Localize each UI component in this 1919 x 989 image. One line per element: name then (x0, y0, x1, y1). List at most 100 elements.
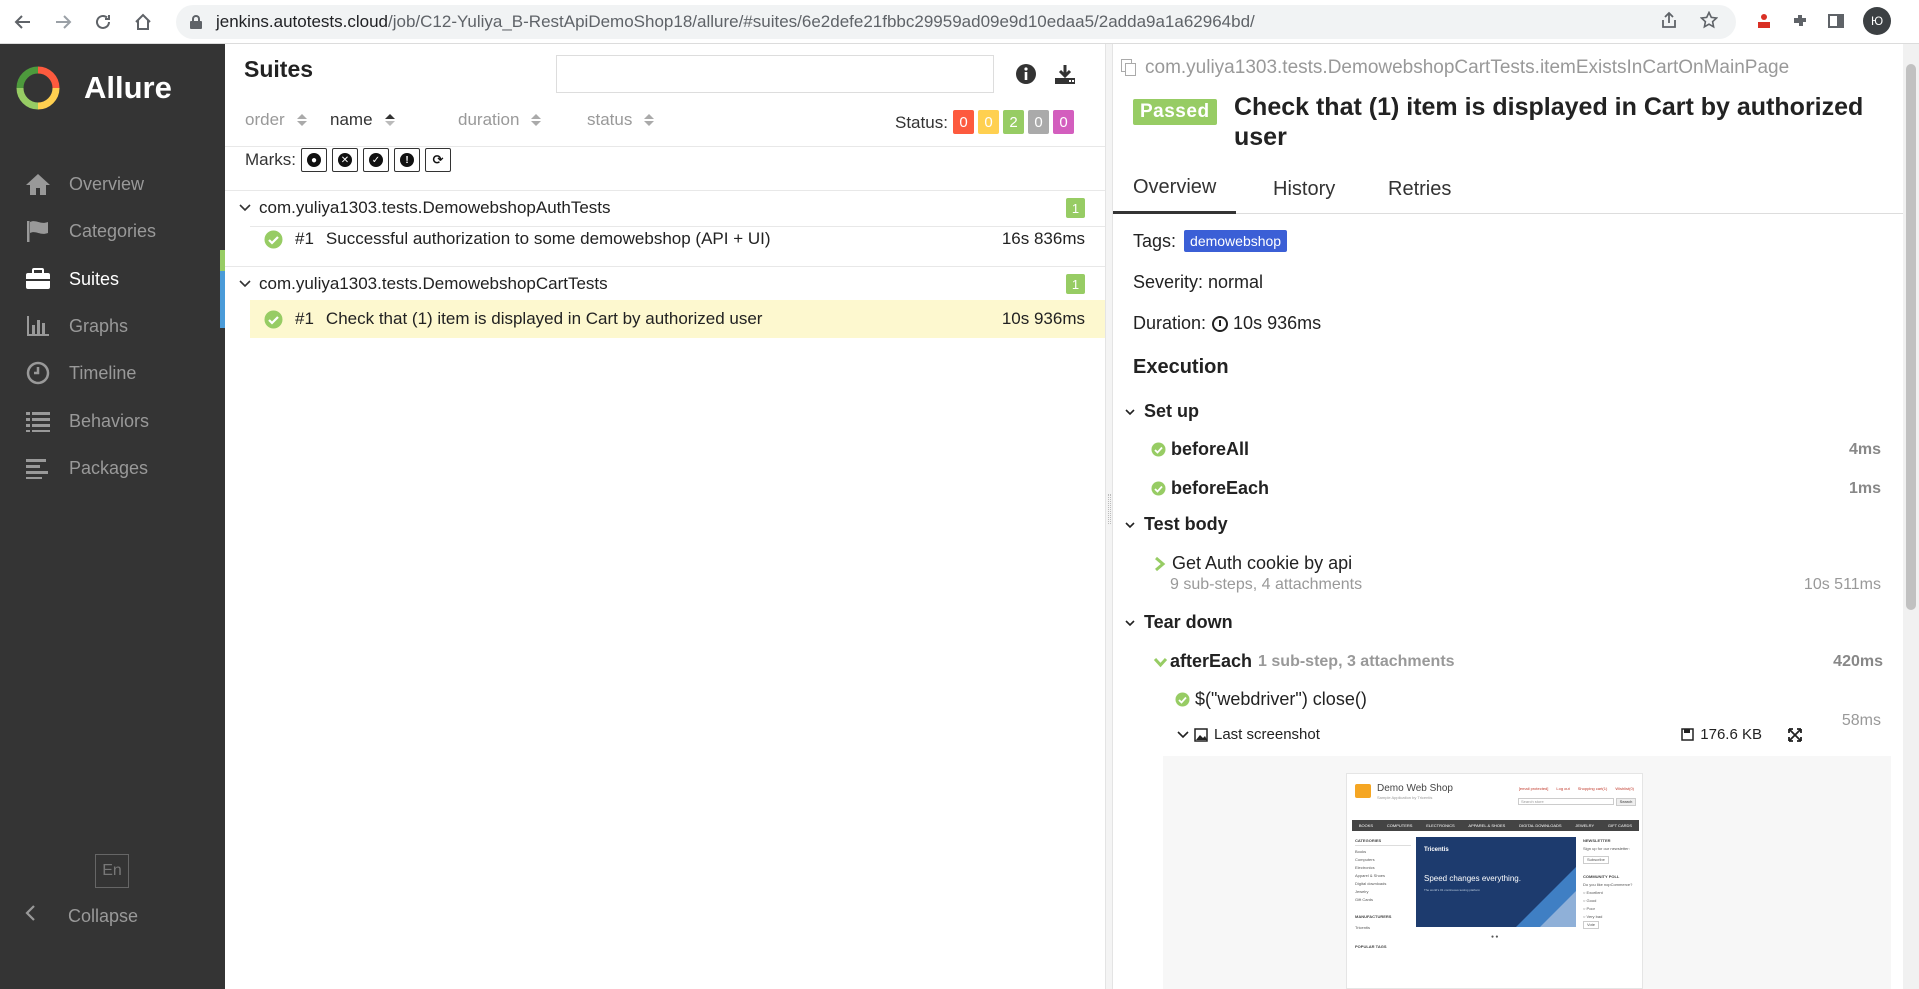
test-body-label: Test body (1144, 514, 1228, 534)
shot-slider-dots: ● ● (1491, 934, 1499, 940)
teardown-group-header[interactable]: Tear down (1125, 612, 1233, 633)
shot-categories-heading: CATEGORIES (1355, 838, 1382, 843)
breadcrumb-text: com.yuliya1303.tests.DemowebshopCartTest… (1145, 57, 1790, 78)
status-failed-toggle[interactable]: 0 (953, 110, 974, 134)
shot-manufacturers-heading: MANUFACTURERS (1355, 914, 1392, 919)
tab-overview[interactable]: Overview (1113, 164, 1237, 214)
sidebar-item-packages[interactable]: Packages (0, 439, 225, 497)
copy-icon[interactable] (1121, 59, 1137, 77)
mark-new-failed-toggle[interactable]: ✕ (332, 148, 358, 172)
shot-menu-item: COMPUTERS (1386, 823, 1413, 828)
mark-new-passed-toggle[interactable]: ✓ (363, 148, 389, 172)
severity-field: Severity: normal (1133, 272, 1264, 292)
status-broken-toggle[interactable]: 0 (978, 110, 999, 134)
expand-icon[interactable] (1788, 727, 1802, 742)
shot-menu-item: JEWELRY (1575, 823, 1595, 828)
step-webdriver-close[interactable]: $("webdriver") close() (1175, 689, 1881, 710)
sidebar-item-label: Packages (69, 457, 149, 478)
mark-flaky-toggle[interactable]: ● (301, 148, 327, 172)
tab-history[interactable]: History (1253, 164, 1355, 214)
status-skipped-toggle[interactable]: 0 (1028, 110, 1049, 134)
detail-scrollbar[interactable] (1903, 44, 1919, 989)
image-icon (1194, 727, 1208, 742)
cart-logo-icon (1355, 784, 1371, 798)
times-circle-icon: ✕ (338, 153, 352, 167)
shot-category: Computers (1355, 857, 1375, 862)
suite-group-name: com.yuliya1303.tests.DemowebshopCartTest… (259, 274, 608, 293)
step-before-all[interactable]: beforeAll 4ms (1151, 439, 1881, 460)
bomb-icon: ● (307, 153, 321, 167)
home-button[interactable] (126, 5, 160, 39)
page-title: Suites (244, 56, 314, 82)
download-icon[interactable] (1054, 63, 1076, 85)
sort-arrows-icon (384, 114, 395, 126)
info-icon[interactable] (1015, 63, 1037, 85)
step-get-auth-cookie[interactable]: Get Auth cookie by api (1153, 553, 1883, 574)
sidepanel-icon[interactable] (1827, 12, 1845, 30)
scrollbar-thumb[interactable] (1906, 64, 1916, 610)
address-bar[interactable]: jenkins.autotests.cloud/job/C12-Yuliya_B… (176, 5, 1736, 39)
shot-menu-item: GIFT CARDS (1607, 823, 1633, 828)
setup-group-header[interactable]: Set up (1125, 401, 1199, 422)
mark-retries-toggle[interactable]: ⟳ (425, 148, 451, 172)
sort-status[interactable]: status (587, 110, 655, 130)
shot-menu-item: BOOKS (1358, 823, 1374, 828)
pane-splitter[interactable] (1105, 44, 1113, 989)
shot-category: Books (1355, 849, 1367, 854)
test-body-group-header[interactable]: Test body (1125, 514, 1228, 535)
shot-subscribe: Subscribe (1583, 856, 1609, 864)
shot-link: [email protected] (1518, 786, 1549, 791)
step-name: afterEach (1170, 651, 1253, 671)
brand[interactable]: Allure (16, 66, 172, 110)
test-title: Check that (1) item is displayed in Cart… (1234, 93, 1864, 151)
profile-avatar[interactable]: Ю (1863, 7, 1891, 35)
share-icon[interactable] (1660, 11, 1678, 29)
shot-poll-option: ○ Good (1583, 898, 1597, 903)
arrow-right-icon (56, 14, 72, 29)
back-button[interactable] (6, 5, 40, 39)
tags-field: Tags: demowebshop (1133, 230, 1288, 252)
test-full-name: com.yuliya1303.tests.DemowebshopCartTest… (1121, 57, 1789, 79)
shot-banner: Tricentis Speed changes everything. The … (1416, 837, 1576, 927)
reload-icon (96, 14, 110, 29)
step-after-each[interactable]: afterEach 1 sub-step, 3 attachments 420m… (1153, 651, 1883, 672)
sidebar-item-label: Behaviors (69, 410, 150, 431)
reload-button[interactable] (86, 5, 120, 39)
bookmark-star-icon[interactable] (1700, 11, 1718, 29)
collapse-button[interactable]: Collapse (24, 904, 138, 928)
sort-order[interactable]: order (245, 110, 307, 130)
suite-group-header[interactable]: com.yuliya1303.tests.DemowebshopCartTest… (225, 266, 1105, 302)
shot-vote: Vote (1583, 921, 1600, 929)
shot-menu-item: APPAREL & SHOES (1468, 823, 1506, 828)
extension-red-icon[interactable] (1755, 12, 1773, 30)
sort-arrows-icon (531, 114, 542, 126)
shot-top-links: [email protected] Log out Shopping cart(… (1519, 786, 1634, 791)
chevron-down-icon (1153, 657, 1168, 667)
test-row-selected[interactable]: #1 Check that (1) item is displayed in C… (250, 300, 1105, 338)
forward-button[interactable] (46, 5, 80, 39)
attachment-row[interactable]: Last screenshot 176.6 KB (1177, 726, 1807, 743)
test-row[interactable]: #1 Successful authorization to some demo… (250, 220, 1105, 258)
search-input[interactable] (556, 55, 994, 93)
tag-badge[interactable]: demowebshop (1184, 230, 1288, 252)
clock-icon (1212, 315, 1229, 332)
sort-name[interactable]: name (330, 110, 395, 130)
language-toggle[interactable]: En (95, 854, 129, 888)
tab-retries[interactable]: Retries (1368, 164, 1471, 214)
sort-duration[interactable]: duration (458, 110, 542, 130)
status-unknown-toggle[interactable]: 0 (1053, 110, 1074, 134)
drag-handle[interactable] (1108, 494, 1111, 524)
url-path: /job/C12-Yuliya_B-RestApiDemoShop18/allu… (388, 12, 1255, 31)
check-circle-icon: ✓ (369, 153, 383, 167)
check-circle-icon (1151, 442, 1166, 457)
test-name: Successful authorization to some demoweb… (325, 229, 771, 248)
shot-menu: BOOKS COMPUTERS ELECTRONICS APPAREL & SH… (1352, 820, 1639, 831)
screenshot-image[interactable]: Demo Web Shop Sample Application by Tric… (1346, 773, 1643, 989)
status-passed-toggle[interactable]: 2 (1003, 110, 1024, 134)
step-before-each[interactable]: beforeEach 1ms (1151, 478, 1881, 499)
step-duration: 1ms (1848, 479, 1881, 497)
mark-new-broken-toggle[interactable]: ! (394, 148, 420, 172)
shot-poll-question: Do you like nopCommerce? (1583, 882, 1633, 887)
puzzle-icon[interactable] (1791, 12, 1809, 30)
lock-icon (190, 15, 202, 29)
